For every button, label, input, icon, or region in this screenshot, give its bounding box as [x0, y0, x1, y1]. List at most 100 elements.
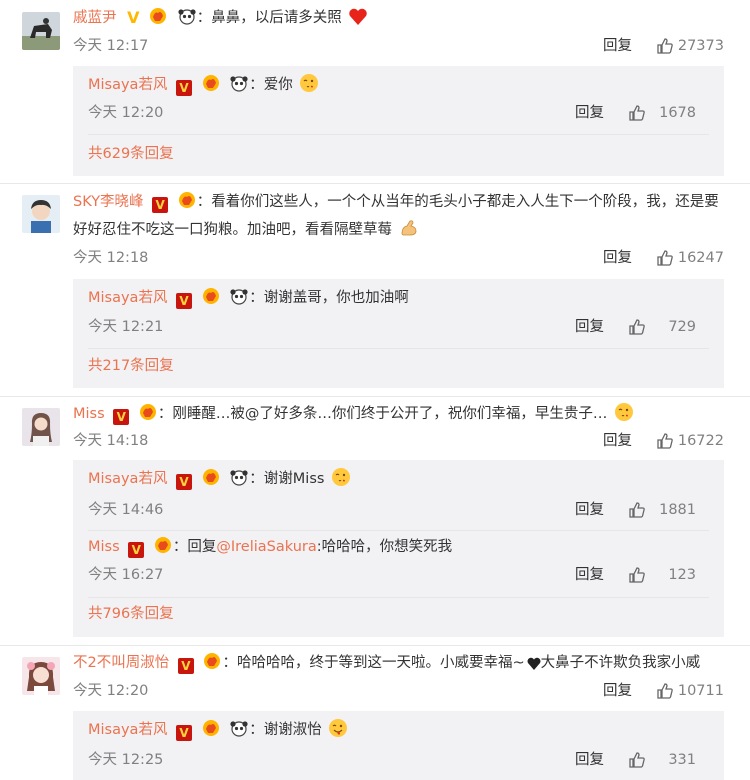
timestamp: 今天 14:18: [73, 433, 149, 449]
verified-v-icon: V: [176, 80, 193, 96]
separator: ：: [249, 77, 264, 93]
avatar-image: [22, 408, 60, 446]
comment-feed: 戚蓝尹 V ：鼻鼻，以后请多关照 今天 12:17 回复 27373 Misay…: [0, 0, 750, 780]
like-count[interactable]: 16247: [678, 247, 724, 269]
separator: ：: [196, 10, 212, 26]
reply-button[interactable]: 回复: [603, 247, 632, 269]
username[interactable]: Misaya若风: [88, 290, 167, 306]
thumbs-up-icon[interactable]: [656, 432, 674, 450]
flexed-arm-icon: [401, 220, 417, 236]
username[interactable]: Misaya若风: [88, 471, 167, 487]
reply-button[interactable]: 回复: [575, 102, 604, 124]
thumbs-up-icon[interactable]: [628, 501, 646, 519]
reply-button[interactable]: 回复: [575, 749, 604, 771]
panda-icon[interactable]: [229, 287, 249, 305]
username[interactable]: 戚蓝尹: [73, 10, 117, 26]
verified-v-icon: V: [176, 725, 193, 741]
panda-icon[interactable]: [229, 74, 249, 92]
reply-button[interactable]: 回复: [603, 430, 632, 452]
like-count[interactable]: 729: [668, 316, 696, 338]
comment-meta: 今天 12:17 回复 27373: [73, 35, 724, 57]
tongue-face-icon: [329, 719, 348, 737]
sub-comment-line: Misaya若风 V ：谢谢盖哥，你也加油啊: [88, 285, 714, 311]
username[interactable]: SKY李晓峰: [73, 194, 144, 210]
like-count[interactable]: 16722: [678, 430, 724, 452]
divider: [88, 134, 709, 135]
like-count[interactable]: 1678: [659, 102, 696, 124]
black-heart-icon: [527, 657, 541, 670]
panda-icon[interactable]: [229, 719, 249, 737]
thumbs-up-icon[interactable]: [628, 104, 646, 122]
kiss-face-icon: [300, 74, 319, 92]
thumbs-up-icon[interactable]: [628, 751, 646, 769]
reply-button[interactable]: 回复: [575, 316, 604, 338]
divider: [88, 597, 709, 598]
separator: ：: [196, 194, 212, 210]
like-count[interactable]: 1881: [659, 499, 696, 521]
vip-hand-icon[interactable]: [201, 287, 221, 305]
vip-hand-icon[interactable]: [201, 74, 221, 92]
reply-box: Misaya若风 V ：谢谢盖哥，你也加油啊 今天 12:21 回复 729 共…: [73, 279, 724, 388]
thumbs-up-icon[interactable]: [628, 318, 646, 336]
panda-icon[interactable]: [229, 468, 249, 486]
sub-comment-line: Misaya若风 V ：爱你: [88, 72, 714, 98]
comment-meta: 今天 14:18 回复 16722: [73, 430, 724, 452]
comment-text: 刚睡醒…被@了好多条…你们终于公开了，祝你们幸福，早生贵子…: [172, 406, 608, 422]
mention-link[interactable]: @IreliaSakura: [216, 539, 316, 555]
like-count[interactable]: 10711: [678, 680, 724, 702]
sub-comment-meta: 今天 12:25 回复 331: [88, 749, 696, 771]
reply-button[interactable]: 回复: [603, 35, 632, 57]
comment-meta: 今天 12:18 回复 16247: [73, 247, 724, 269]
timestamp: 今天 12:18: [73, 250, 149, 266]
timestamp: 今天 12:17: [73, 38, 149, 54]
timestamp: 今天 12:20: [88, 105, 164, 121]
like-count[interactable]: 123: [668, 564, 696, 586]
reply-button[interactable]: 回复: [603, 680, 632, 702]
username[interactable]: Miss: [73, 406, 105, 422]
comment-line: Miss V ：刚睡醒…被@了好多条…你们终于公开了，祝你们幸福，早生贵子…: [73, 401, 730, 427]
comment-text-continued: 大鼻子不许欺负我家小威: [540, 655, 701, 671]
avatar[interactable]: [22, 195, 60, 233]
reply-button[interactable]: 回复: [575, 564, 604, 586]
like-count[interactable]: 27373: [678, 35, 724, 57]
username[interactable]: Misaya若风: [88, 722, 167, 738]
panda-icon[interactable]: [177, 7, 197, 25]
avatar[interactable]: [22, 657, 60, 695]
vip-hand-icon[interactable]: [177, 191, 197, 209]
thumbs-up-icon[interactable]: [656, 249, 674, 267]
avatar[interactable]: [22, 408, 60, 446]
username[interactable]: Miss: [88, 539, 120, 555]
reply-button[interactable]: 回复: [575, 499, 604, 521]
vip-hand-icon[interactable]: [201, 468, 221, 486]
thumbs-up-icon[interactable]: [628, 566, 646, 584]
verified-v-icon: V: [127, 8, 140, 27]
more-replies-link[interactable]: 共629条回复: [88, 143, 174, 165]
vip-hand-icon[interactable]: [153, 536, 173, 554]
verified-v-icon: V: [177, 658, 194, 674]
comment-text: 爱你: [263, 77, 293, 93]
separator: ：: [249, 471, 264, 487]
comment-item: 戚蓝尹 V ：鼻鼻，以后请多关照 今天 12:17 回复 27373 Misay…: [0, 0, 750, 180]
thumbs-up-icon[interactable]: [656, 682, 674, 700]
timestamp: 今天 12:25: [88, 752, 164, 768]
separator: ：: [249, 722, 264, 738]
avatar-image: [22, 195, 60, 233]
heart-icon: [349, 8, 368, 26]
vip-hand-icon[interactable]: [138, 403, 158, 421]
username[interactable]: 不2不叫周淑怡: [73, 655, 169, 671]
comment-line: 戚蓝尹 V ：鼻鼻，以后请多关照: [73, 5, 730, 31]
more-replies-link[interactable]: 共217条回复: [88, 355, 174, 377]
comment-item: Miss V ：刚睡醒…被@了好多条…你们终于公开了，祝你们幸福，早生贵子… 今…: [0, 396, 750, 641]
avatar[interactable]: [22, 12, 60, 50]
like-count[interactable]: 331: [668, 749, 696, 771]
more-replies-link[interactable]: 共796条回复: [88, 603, 174, 625]
vip-hand-icon[interactable]: [148, 7, 168, 25]
thumbs-up-icon[interactable]: [656, 37, 674, 55]
vip-hand-icon[interactable]: [202, 652, 222, 670]
timestamp: 今天 12:20: [73, 683, 149, 699]
comment-text: 看着你们这些人，一个个从当年的毛头小子都走入人生下一个阶段，我，还是要好好忍住不…: [73, 194, 719, 238]
username[interactable]: Misaya若风: [88, 77, 167, 93]
comment-item: 不2不叫周淑怡 V ：哈哈哈哈，终于等到这一天啦。小威要幸福~ 大鼻子不许欺负我家…: [0, 645, 750, 780]
vip-hand-icon[interactable]: [201, 719, 221, 737]
reply-prefix: 回复: [187, 539, 217, 555]
